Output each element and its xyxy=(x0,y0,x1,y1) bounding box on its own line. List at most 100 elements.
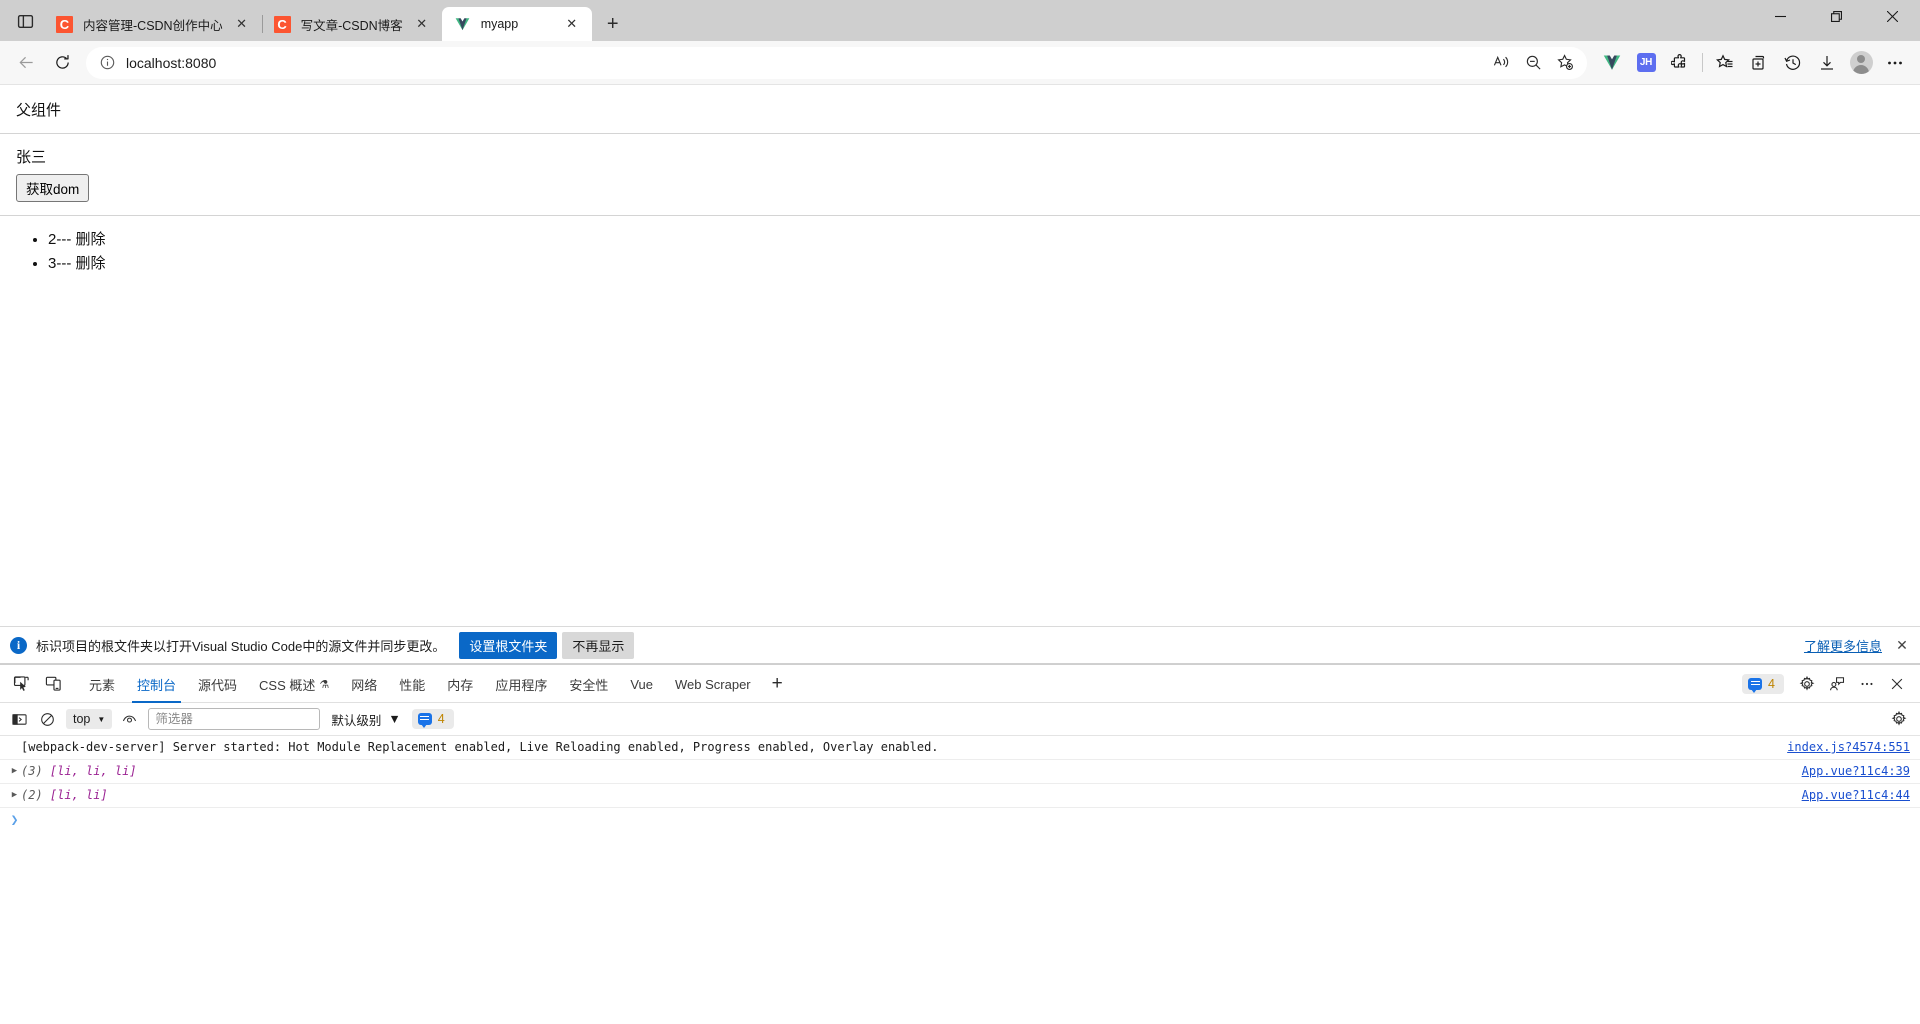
console-message: (2) [li, li] xyxy=(21,788,1786,803)
console-settings-gear-icon[interactable] xyxy=(1886,707,1912,731)
get-dom-button[interactable]: 获取dom xyxy=(16,174,90,202)
delete-link[interactable]: 删除 xyxy=(76,255,106,272)
extensions-icon[interactable] xyxy=(1663,47,1697,79)
page-title: 父组件 xyxy=(16,102,62,119)
restore-icon[interactable] xyxy=(1808,0,1864,33)
list-item-value: 2--- xyxy=(48,231,76,248)
tab-vue[interactable]: Vue xyxy=(619,668,664,700)
add-panel-button[interactable]: + xyxy=(762,674,793,693)
page-viewport: 父组件 张三 获取dom 2--- 删除 3--- 删除 xyxy=(0,85,1920,626)
console-source-link[interactable]: App.vue?11c4:44 xyxy=(1802,788,1910,803)
expand-arrow[interactable]: ▶ xyxy=(8,788,21,803)
vue-favicon xyxy=(454,16,471,33)
tab-label: 内存 xyxy=(447,677,474,693)
message-count: 4 xyxy=(1768,676,1775,691)
inspect-element-icon[interactable] xyxy=(6,670,36,698)
list-item-value: 3--- xyxy=(48,255,76,273)
browser-tab-0[interactable]: C 内容管理-CSDN创作中心 ✕ xyxy=(44,7,262,41)
tab-close-icon[interactable]: ✕ xyxy=(231,13,253,35)
experiment-flask-icon: ⚗ xyxy=(319,678,330,691)
info-icon: i xyxy=(10,636,27,654)
clear-console-icon[interactable] xyxy=(34,707,60,731)
tab-list-icon[interactable] xyxy=(6,4,44,38)
jh-badge: JH xyxy=(1636,53,1656,72)
browser-tab-1[interactable]: C 写文章-CSDN博客 ✕ xyxy=(261,7,442,41)
address-input[interactable] xyxy=(126,54,1485,71)
tab-web-scraper[interactable]: Web Scraper xyxy=(664,668,762,700)
chevron-down-icon: ▼ xyxy=(97,714,106,724)
message-count-badge[interactable]: 4 xyxy=(1742,673,1784,694)
learn-more-link[interactable]: 了解更多信息 xyxy=(1804,636,1882,655)
delete-link[interactable]: 删除 xyxy=(76,231,106,248)
add-favorite-icon[interactable] xyxy=(1549,49,1581,77)
dont-show-again-button[interactable]: 不再显示 xyxy=(562,631,635,659)
profile-avatar[interactable] xyxy=(1844,47,1878,79)
console-row: [webpack-dev-server] Server started: Hot… xyxy=(0,736,1920,760)
tab-network[interactable]: 网络 xyxy=(340,666,388,702)
console-prompt[interactable]: ❯ xyxy=(0,808,1920,832)
close-icon[interactable]: ✕ xyxy=(1894,637,1910,654)
tab-css-overview[interactable]: CSS 概述 ⚗ xyxy=(248,666,340,702)
array-preview: [li, li] xyxy=(49,788,108,802)
collections-icon[interactable] xyxy=(1742,47,1776,79)
info-icon[interactable] xyxy=(96,52,118,74)
back-arrow-icon[interactable] xyxy=(8,47,44,79)
tab-console[interactable]: 控制台 xyxy=(126,666,187,703)
console-source-link[interactable]: index.js?4574:551 xyxy=(1787,740,1910,755)
tab-elements[interactable]: 元素 xyxy=(78,666,126,702)
tab-close-icon[interactable]: ✕ xyxy=(561,13,583,35)
feedback-icon[interactable] xyxy=(1822,670,1852,698)
item-list-section: 2--- 删除 3--- 删除 xyxy=(0,216,1920,275)
device-toolbar-icon[interactable] xyxy=(38,670,68,698)
notification-text: 标识项目的根文件夹以打开Visual Studio Code中的源文件并同步更改… xyxy=(36,638,446,654)
minimize-icon[interactable] xyxy=(1752,0,1808,33)
log-level-select[interactable]: 默认级别 ▼ xyxy=(326,707,405,732)
tab-label: 网络 xyxy=(351,677,378,693)
browser-tab-strip: C 内容管理-CSDN创作中心 ✕ C 写文章-CSDN博客 ✕ myapp ✕… xyxy=(0,0,1920,41)
tab-performance[interactable]: 性能 xyxy=(388,666,436,702)
notification-bar: i 标识项目的根文件夹以打开Visual Studio Code中的源文件并同步… xyxy=(0,626,1920,664)
tab-label: 性能 xyxy=(399,677,426,693)
jh-extension-icon[interactable]: JH xyxy=(1629,47,1663,79)
set-root-folder-button[interactable]: 设置根文件夹 xyxy=(459,631,558,659)
reload-icon[interactable] xyxy=(44,47,80,79)
console-row: ▶ (2) [li, li] App.vue?11c4:44 xyxy=(0,784,1920,808)
devtools-tabbar-right: 4 xyxy=(1742,670,1920,698)
browser-toolbar: JH xyxy=(0,41,1920,85)
address-bar[interactable] xyxy=(86,46,1587,79)
more-icon[interactable] xyxy=(1852,670,1882,698)
zoom-out-icon[interactable] xyxy=(1517,49,1549,77)
eye-icon[interactable] xyxy=(116,707,142,731)
vue-devtools-icon[interactable] xyxy=(1595,47,1629,79)
tab-sources[interactable]: 源代码 xyxy=(187,666,248,702)
tab-label: 应用程序 xyxy=(495,677,548,693)
favorites-icon[interactable] xyxy=(1708,47,1742,79)
tab-close-icon[interactable]: ✕ xyxy=(411,13,433,35)
downloads-icon[interactable] xyxy=(1810,47,1844,79)
tab-application[interactable]: 应用程序 xyxy=(484,666,558,702)
console-output: [webpack-dev-server] Server started: Hot… xyxy=(0,736,1920,1024)
tab-security[interactable]: 安全性 xyxy=(558,666,619,702)
csdn-favicon: C xyxy=(56,15,73,33)
read-aloud-icon[interactable] xyxy=(1485,49,1517,77)
console-source-link[interactable]: App.vue?11c4:39 xyxy=(1802,764,1910,779)
console-sidebar-icon[interactable] xyxy=(6,707,32,731)
history-icon[interactable] xyxy=(1776,47,1810,79)
child-name-text: 张三 xyxy=(16,149,47,166)
expand-arrow[interactable]: ▶ xyxy=(8,764,21,779)
execution-context-select[interactable]: top ▼ xyxy=(66,709,113,729)
tab-memory[interactable]: 内存 xyxy=(436,666,484,702)
close-icon[interactable] xyxy=(1882,670,1912,698)
browser-tab-2[interactable]: myapp ✕ xyxy=(441,7,592,41)
filter-message-count[interactable]: 4 xyxy=(411,709,454,729)
message-bubble-icon xyxy=(1748,677,1763,693)
gear-icon[interactable] xyxy=(1792,670,1822,698)
console-filter-bar: top ▼ 默认级别 ▼ 4 xyxy=(0,703,1920,736)
tab-title: 写文章-CSDN博客 xyxy=(300,18,403,33)
log-level-value: 默认级别 xyxy=(331,713,382,728)
close-icon[interactable] xyxy=(1864,0,1920,33)
new-tab-button[interactable]: + xyxy=(596,9,630,39)
console-filter-input[interactable] xyxy=(148,708,321,730)
console-row: ▶ (3) [li, li, li] App.vue?11c4:39 xyxy=(0,760,1920,784)
more-options-icon[interactable] xyxy=(1878,47,1912,79)
